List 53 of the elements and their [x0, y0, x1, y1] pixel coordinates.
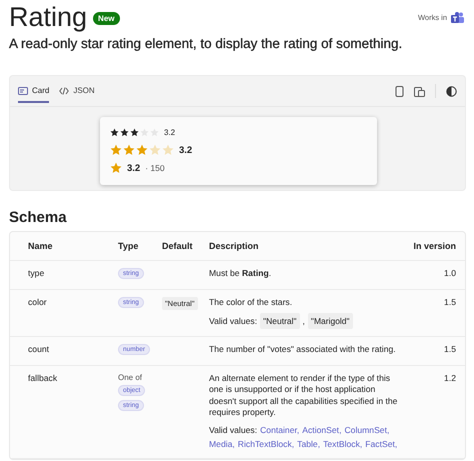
type-prefix: One of — [118, 372, 142, 382]
filled-star-icon — [120, 128, 129, 136]
contrast-icon[interactable] — [446, 86, 457, 96]
clipboard-icon[interactable] — [414, 86, 425, 96]
property-description: Must be Rating. — [209, 268, 272, 280]
rating-value: 3.2 — [179, 144, 192, 156]
element-link[interactable]: ActionSet, — [302, 422, 342, 436]
separator: , — [302, 314, 305, 328]
property-name: count — [28, 344, 50, 354]
valid-values-label: Valid values: — [209, 424, 258, 436]
app-logo-icon — [451, 12, 464, 22]
version-number: 1.0 — [443, 268, 456, 278]
rating-count: · 150 — [145, 163, 165, 173]
version-number: 1.5 — [443, 344, 456, 354]
property-description: An alternate element to render if the type of this one is unsupported or if the host application doesn't support all the capabilities specified in the requires property. — [209, 372, 398, 418]
element-link[interactable]: Container, — [260, 422, 300, 436]
version-number: 1.5 — [443, 297, 456, 307]
value-chip: "Marigold" — [308, 312, 353, 328]
valid-values-label: Valid values: — [209, 314, 258, 328]
filled-star-icon — [136, 144, 148, 156]
element-link[interactable]: ColumnSet, — [344, 422, 390, 436]
column-header: In version — [412, 241, 456, 251]
preview-tab[interactable]: JSON — [59, 80, 95, 102]
element-link[interactable]: RichTextBlock, — [238, 436, 294, 450]
filled-star-icon — [130, 128, 139, 136]
element-link[interactable]: FactSet, — [365, 436, 398, 450]
value-chip: "Neutral" — [260, 312, 300, 328]
column-header: Description — [209, 241, 260, 251]
element-link[interactable]: Media, — [209, 436, 235, 450]
property-name: fallback — [28, 372, 58, 382]
rating-value: 3.2 — [127, 162, 140, 174]
property-name: type — [28, 268, 46, 278]
property-description: The number of "votes" associated with the rating. — [209, 344, 397, 355]
element-link[interactable]: Table, — [297, 436, 320, 450]
rating-value: 3.2 — [164, 128, 176, 136]
filled-star-icon — [110, 128, 119, 136]
preview-tab[interactable]: Card — [18, 80, 50, 102]
copy-icon[interactable] — [395, 86, 404, 96]
card-icon — [18, 86, 28, 96]
property-name: color — [28, 297, 48, 307]
element-link[interactable]: TextBlock, — [323, 436, 362, 450]
page-description: A read-only star rating element, to display the rating of something. — [9, 36, 404, 51]
code-icon — [59, 86, 70, 96]
filled-star-icon — [123, 144, 135, 156]
column-header: Type — [118, 241, 140, 251]
column-header: Default — [162, 241, 194, 251]
filled-star-icon — [110, 144, 122, 156]
new-badge: New — [93, 12, 120, 24]
section-heading: Schema — [9, 209, 68, 226]
column-header: Name — [28, 241, 54, 251]
version-number: 1.2 — [443, 372, 456, 382]
property-description: The color of the stars. — [209, 297, 294, 308]
page-title: Rating — [9, 1, 88, 34]
